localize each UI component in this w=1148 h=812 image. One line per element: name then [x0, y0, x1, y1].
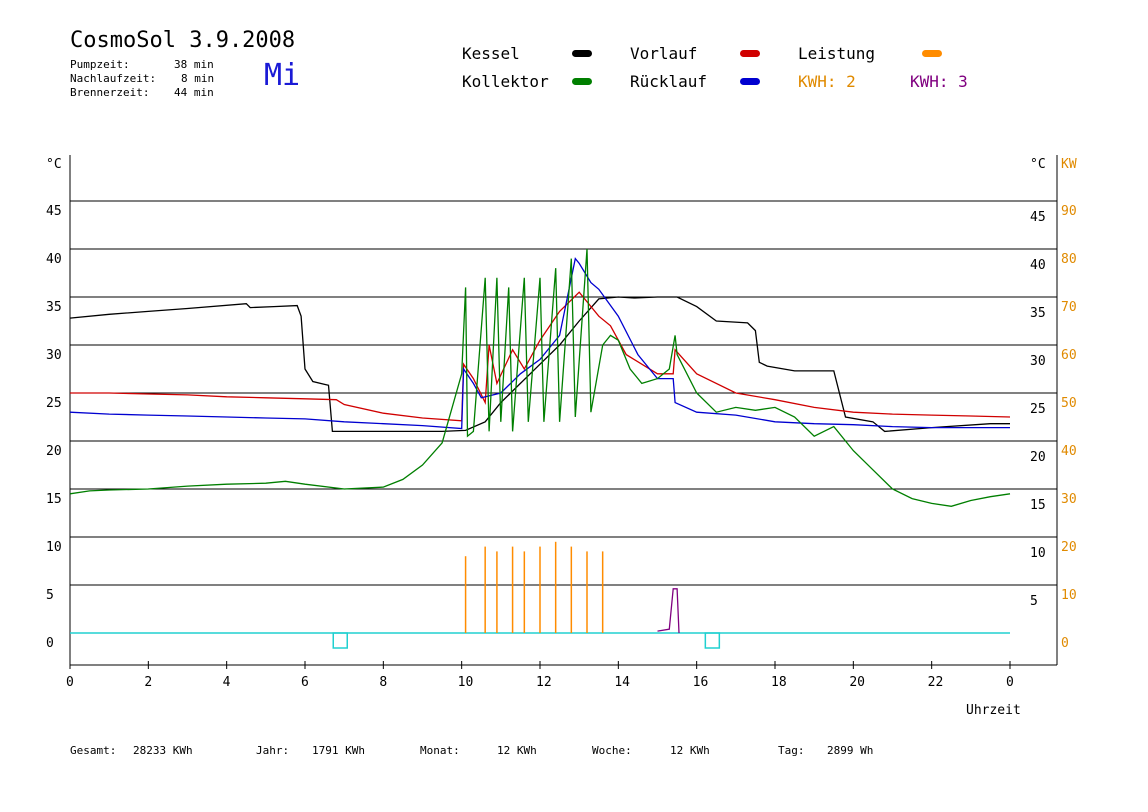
y-tick-kw-50: 50 — [1061, 396, 1077, 411]
y-tick-kw-20: 20 — [1061, 540, 1077, 555]
series-line-kessel — [69, 296, 1010, 433]
x-tick-label-3: 6 — [301, 675, 309, 690]
footer-woche-value: 12 KWh — [670, 744, 710, 757]
y-tick-kw-10: 10 — [1061, 588, 1077, 603]
footer-jahr-label: Jahr: — [256, 744, 290, 757]
footer-monat-label: Monat: — [420, 744, 460, 757]
y-tick-right-15: 15 — [1030, 498, 1046, 513]
x-tick-label-8: 16 — [693, 675, 709, 690]
y-tick-kw-80: 80 — [1061, 252, 1077, 267]
y-tick-left-45: 45 — [46, 204, 62, 219]
series-line-vorlauf — [70, 291, 1011, 422]
y-tick-right-10: 10 — [1030, 546, 1046, 561]
y-tick-kw-0: 0 — [1061, 636, 1069, 651]
x-tick-label-1: 2 — [144, 675, 152, 690]
x-tick-label-9: 18 — [771, 675, 787, 690]
y-unit-right: °C — [1030, 157, 1046, 172]
x-axis-label: Uhrzeit — [966, 703, 1021, 718]
x-tick-label-4: 8 — [379, 675, 387, 690]
y-tick-kw-40: 40 — [1061, 444, 1077, 459]
y-tick-kw-60: 60 — [1061, 348, 1077, 363]
y-tick-left-5: 5 — [46, 588, 54, 603]
x-tick-label-5: 10 — [458, 675, 474, 690]
y-tick-right-35: 35 — [1030, 306, 1046, 321]
x-tick-label-6: 12 — [536, 675, 552, 690]
temperature-chart: 0510152025303540455101520253035404501020… — [46, 155, 1077, 718]
y-tick-left-0: 0 — [46, 636, 54, 651]
x-tick-label-10: 20 — [849, 675, 865, 690]
series-line-kwh-3 — [657, 588, 680, 634]
y-tick-left-30: 30 — [46, 348, 62, 363]
y-tick-right-25: 25 — [1030, 402, 1046, 417]
y-tick-left-10: 10 — [46, 540, 62, 555]
x-tick-label-7: 14 — [614, 675, 630, 690]
y-tick-right-20: 20 — [1030, 450, 1046, 465]
series-line-kollektor — [69, 248, 1011, 507]
pump-marker-0 — [332, 632, 348, 649]
x-tick-label-11: 22 — [928, 675, 944, 690]
y-tick-right-40: 40 — [1030, 258, 1046, 273]
y-unit-kw: KW — [1061, 157, 1077, 172]
y-tick-left-15: 15 — [46, 492, 62, 507]
footer-jahr-value: 1791 KWh — [312, 744, 365, 757]
footer-tag-value: 2899 Wh — [827, 744, 874, 757]
footer-gesamt-value: 28233 KWh — [133, 744, 193, 757]
y-tick-left-40: 40 — [46, 252, 62, 267]
x-tick-label-0: 0 — [66, 675, 74, 690]
y-tick-left-20: 20 — [46, 444, 62, 459]
x-tick-label-2: 4 — [223, 675, 231, 690]
y-tick-right-30: 30 — [1030, 354, 1046, 369]
y-tick-kw-70: 70 — [1061, 300, 1077, 315]
y-tick-right-45: 45 — [1030, 210, 1046, 225]
y-tick-left-25: 25 — [46, 396, 62, 411]
y-tick-left-35: 35 — [46, 300, 62, 315]
footer-woche-label: Woche: — [592, 744, 632, 757]
pump-marker-1 — [704, 632, 721, 649]
y-unit-left: °C — [46, 157, 62, 172]
footer-gesamt-label: Gesamt: — [70, 744, 117, 757]
y-tick-kw-30: 30 — [1061, 492, 1077, 507]
x-tick-label-12: 0 — [1006, 675, 1014, 690]
footer-tag-label: Tag: — [778, 744, 805, 757]
y-tick-right-5: 5 — [1030, 594, 1038, 609]
footer-monat-value: 12 KWh — [497, 744, 537, 757]
y-tick-kw-90: 90 — [1061, 204, 1077, 219]
